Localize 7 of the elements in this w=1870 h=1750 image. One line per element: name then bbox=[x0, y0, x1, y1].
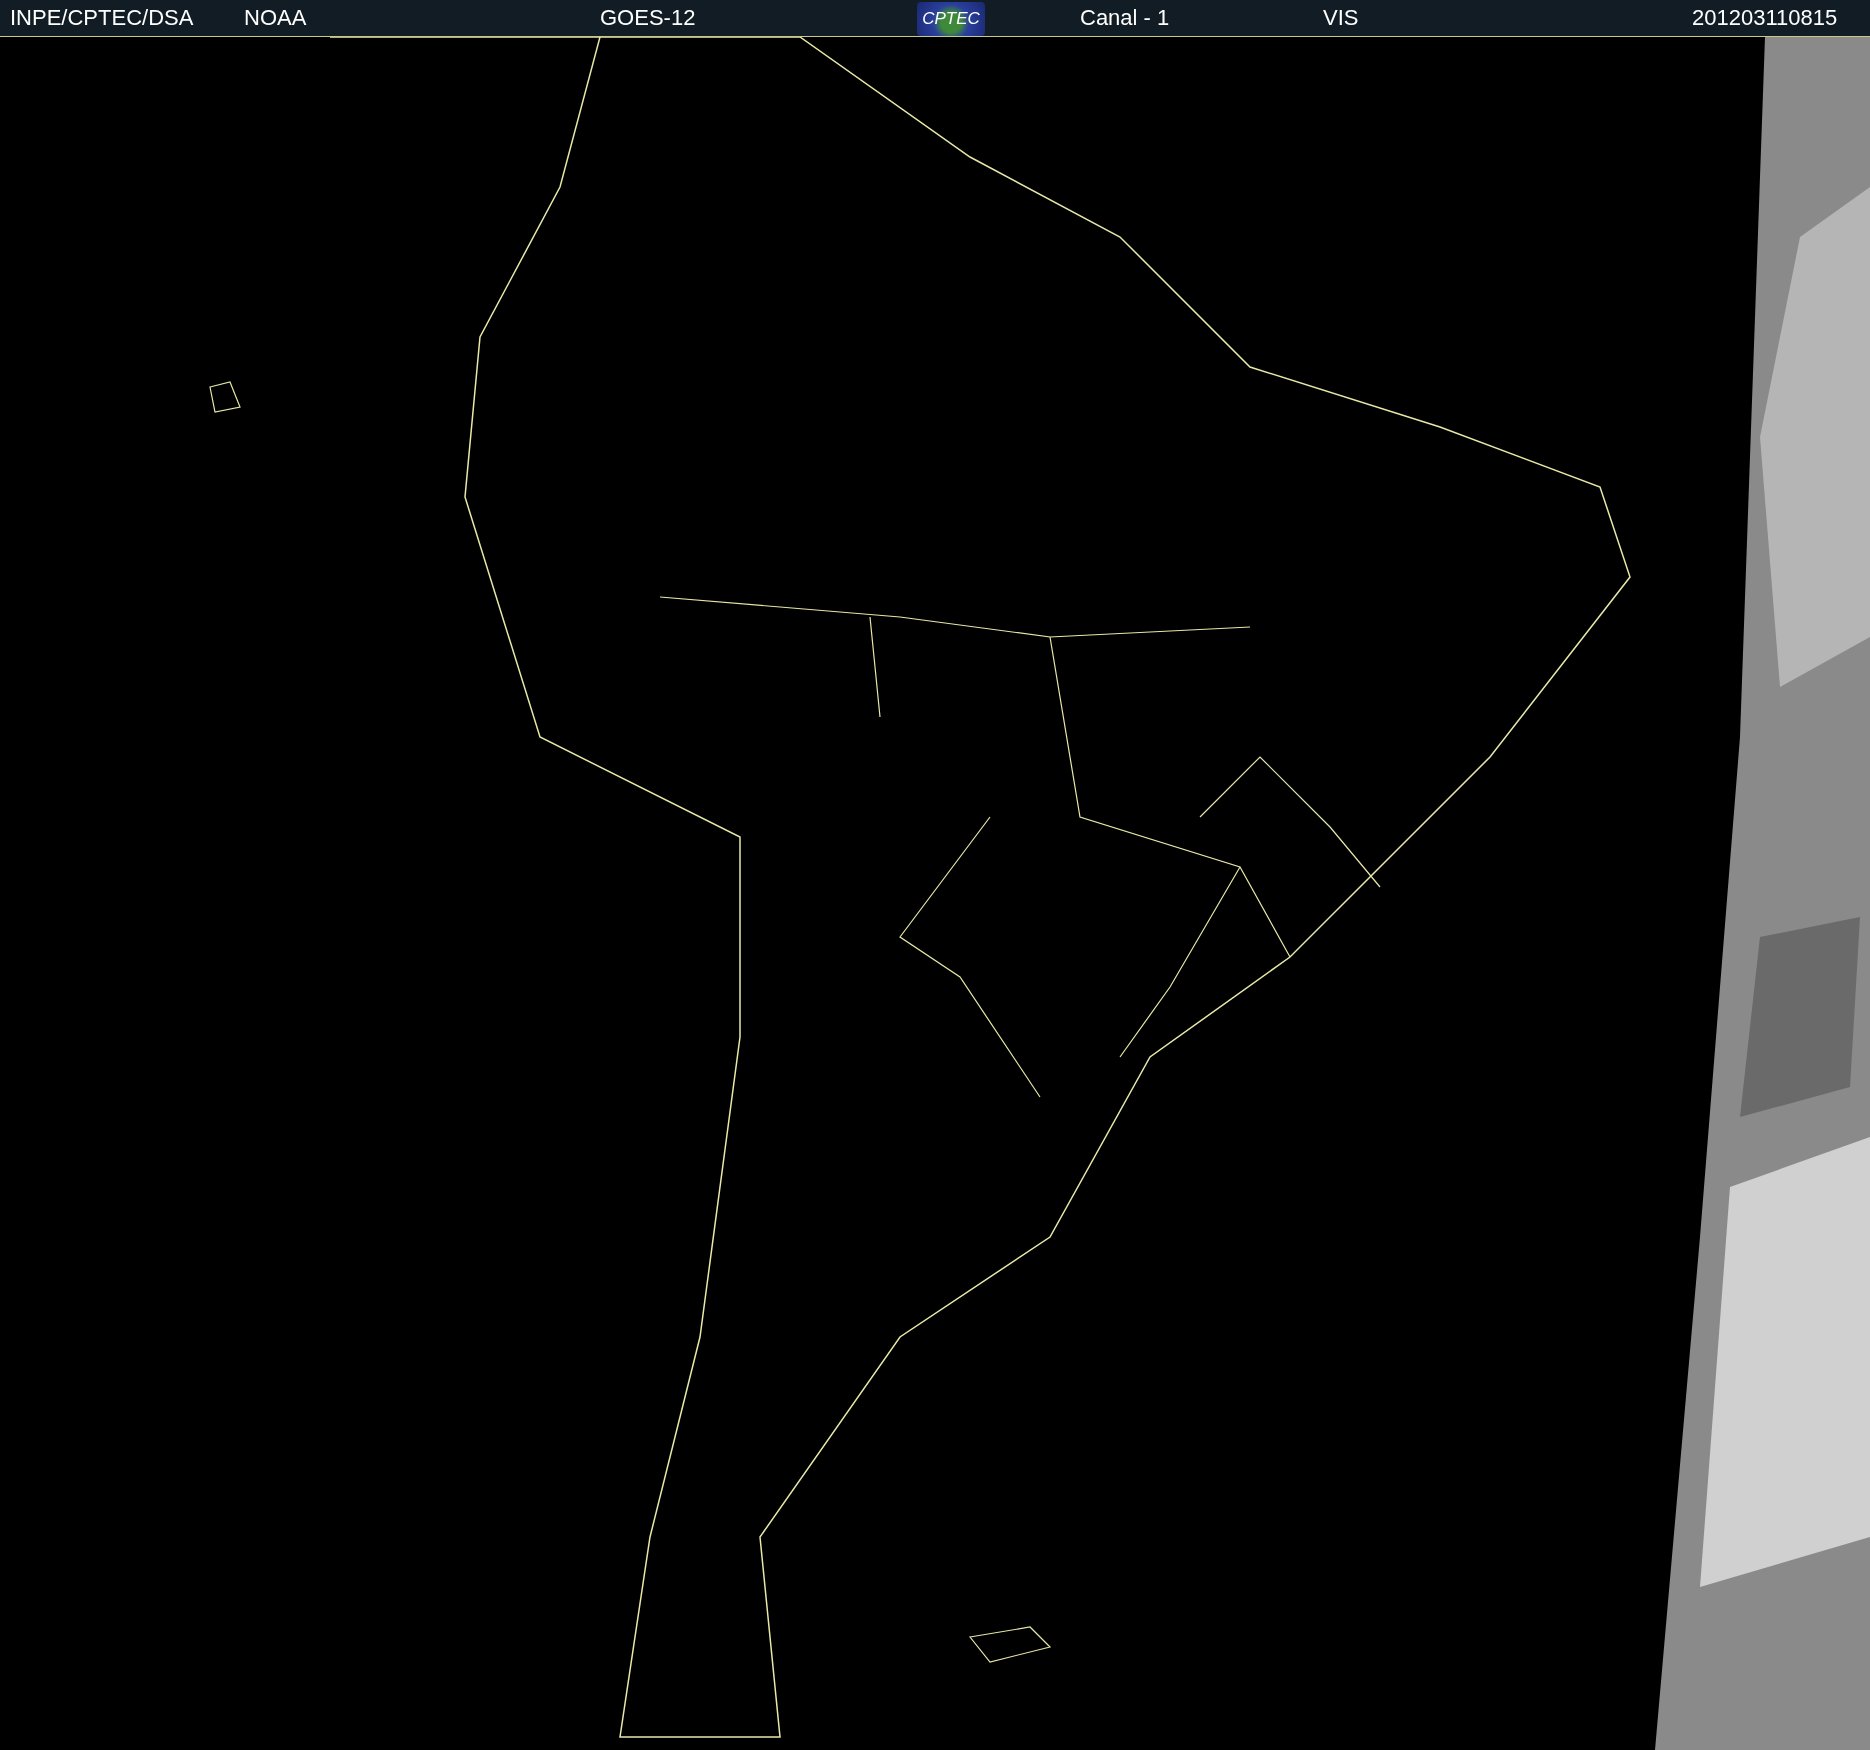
channel-label: Canal - 1 bbox=[1080, 4, 1171, 32]
band-label: VIS bbox=[1323, 4, 1360, 32]
logo: CPTEC bbox=[917, 1, 985, 36]
timestamp: 201203110815 bbox=[1692, 4, 1839, 32]
source-label: INPE/CPTEC/DSA bbox=[9, 4, 195, 32]
agency-label: NOAA bbox=[244, 4, 308, 32]
satellite-label: GOES-12 bbox=[600, 4, 697, 32]
